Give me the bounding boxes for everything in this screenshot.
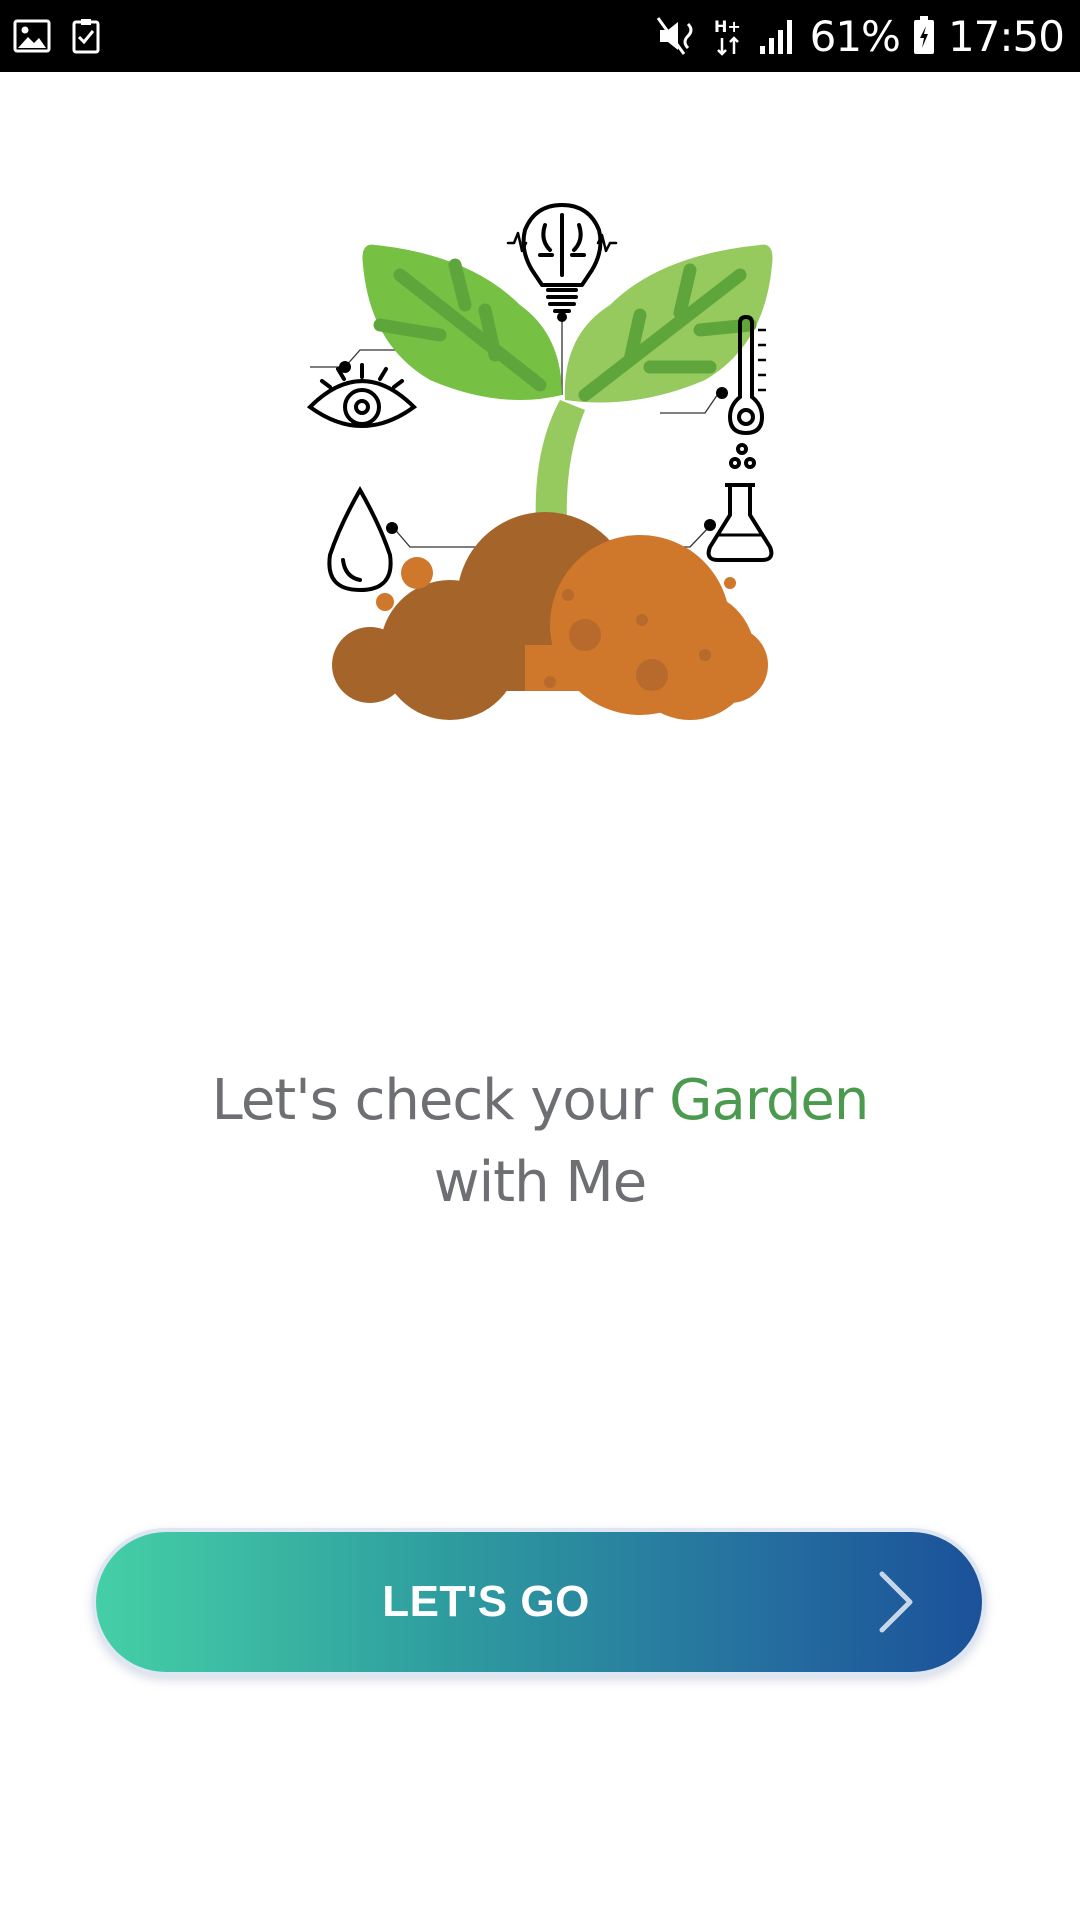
status-left-icons [12,14,120,58]
welcome-screen: H+ 61% 17:50 Let's check your Garden wit… [0,0,1080,1920]
lets-go-button-fill[interactable]: LET'S GO [96,1532,982,1672]
svg-text:H+: H+ [714,17,741,36]
welcome-headline: Let's check your Garden with Me [0,1060,1080,1224]
mute-vibrate-icon [656,17,693,55]
chevron-right-icon [879,1571,913,1633]
water-drop-icon [327,485,398,593]
soil-icon [332,512,768,720]
eye-icon [306,361,418,428]
clock: 17:50 [947,11,1065,61]
headline-prefix: Let's check your [211,1068,654,1133]
battery-percent: 61% [809,11,901,61]
headline-suffix: with Me [433,1150,647,1215]
lets-go-button[interactable]: LET'S GO [92,1528,986,1676]
brain-lightbulb-icon [506,203,618,322]
headline-accent: Garden [669,1068,869,1133]
status-bar: H+ 61% 17:50 [0,0,1080,72]
battery-icon [913,16,934,54]
status-right-icons: H+ 61% 17:50 [654,6,1065,66]
network-hplus-icon: H+ [714,17,741,56]
image-icon [13,19,51,53]
garden-illustration [306,203,774,720]
signal-bars-icon [759,20,792,54]
task-check-icon [72,19,100,54]
lets-go-button-label: LET'S GO [382,1577,590,1626]
flask-icon [704,443,774,562]
